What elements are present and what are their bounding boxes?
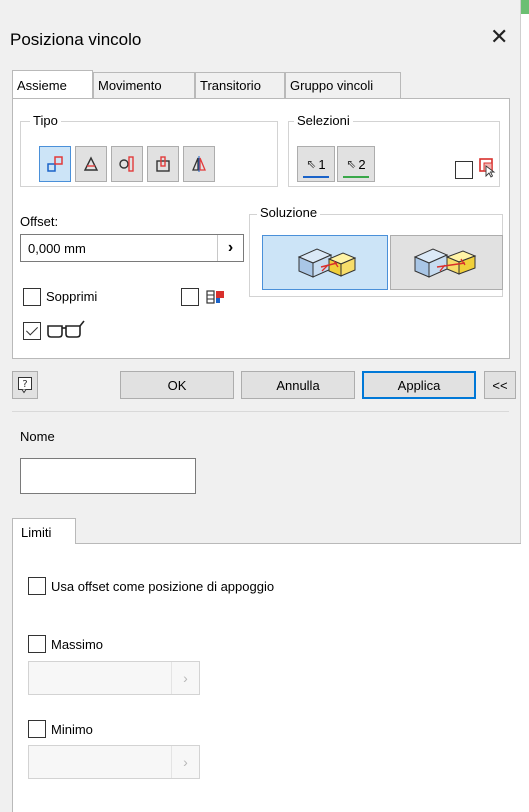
selection-1-button[interactable]: ⇖ 1 (297, 146, 335, 182)
ok-button[interactable]: OK (120, 371, 234, 399)
massimo-checkbox[interactable] (28, 635, 46, 653)
limiti-panel: Usa offset come posizione di appoggio Ma… (12, 543, 521, 812)
use-offset-label: Usa offset come posizione di appoggio (51, 579, 275, 594)
offset-arrow-button[interactable]: › (217, 235, 243, 261)
massimo-arrow-button: › (171, 662, 199, 694)
cursor-arrow-icon: ⇖ (306, 157, 317, 171)
mate-constraint-button[interactable] (39, 146, 71, 182)
angle-constraint-icon (83, 156, 99, 171)
tab-assieme[interactable]: Assieme (12, 70, 93, 98)
solution-mate-button[interactable] (262, 235, 388, 290)
predict-offset-icon (206, 290, 224, 304)
mate-constraint-icon (47, 156, 63, 172)
tangent-constraint-icon (119, 156, 134, 172)
chevron-right-icon: › (183, 670, 188, 686)
selection-2-button[interactable]: ⇖ 2 (337, 146, 375, 182)
tab-movimento[interactable]: Movimento (93, 72, 195, 98)
tipo-label: Tipo (30, 113, 61, 128)
sopprimi-checkbox[interactable] (23, 288, 41, 306)
chevron-right-icon: › (227, 239, 234, 256)
assieme-panel: Tipo Selezioni ⇖ 1 ⇖ 2 Offset: 0,000 mm … (12, 98, 510, 359)
mate-solution-icon (297, 247, 357, 278)
apply-button[interactable]: Applica (362, 371, 476, 399)
offset-label: Offset: (20, 214, 59, 229)
cursor-arrow-icon: ⇖ (346, 157, 357, 171)
first-occurrence-checkbox[interactable] (455, 161, 473, 179)
solution-flush-button[interactable] (390, 235, 503, 290)
massimo-label: Massimo (51, 637, 104, 652)
tab-limiti[interactable]: Limiti (12, 518, 76, 544)
close-icon[interactable]: ✕ (490, 26, 508, 50)
selezioni-label: Selezioni (294, 113, 353, 128)
massimo-input: › (28, 661, 200, 695)
symmetry-constraint-button[interactable] (183, 146, 215, 182)
minimo-label: Minimo (51, 722, 93, 737)
insert-constraint-button[interactable] (147, 146, 179, 182)
tab-transitorio[interactable]: Transitorio (195, 72, 285, 98)
offset-input[interactable]: 0,000 mm › (20, 234, 244, 262)
tab-gruppo-vincoli[interactable]: Gruppo vincoli (285, 72, 401, 98)
minimo-arrow-button: › (171, 746, 199, 778)
insert-constraint-icon (156, 156, 170, 172)
svg-text:?: ? (22, 379, 27, 390)
help-icon: ? (18, 377, 32, 394)
dialog-title: Posiziona vincolo (10, 30, 142, 49)
nome-label: Nome (20, 429, 55, 444)
minimo-input: › (28, 745, 200, 779)
selection-2-label: 2 (358, 156, 366, 172)
offset-value: 0,000 mm (28, 241, 86, 256)
help-button[interactable]: ? (12, 371, 38, 399)
chevron-right-icon: › (183, 754, 188, 770)
use-offset-checkbox[interactable] (28, 577, 46, 595)
selection-2-underline (343, 176, 369, 178)
cancel-button[interactable]: Annulla (241, 371, 355, 399)
nome-input[interactable] (20, 458, 196, 494)
selection-1-underline (303, 176, 329, 178)
soluzione-label: Soluzione (257, 205, 321, 220)
angle-constraint-button[interactable] (75, 146, 107, 182)
predict-offset-checkbox[interactable] (181, 288, 199, 306)
flush-solution-icon (413, 247, 476, 278)
collapse-button[interactable]: << (484, 371, 516, 399)
minimo-checkbox[interactable] (28, 720, 46, 738)
part-select-icon (479, 158, 496, 178)
selection-1-label: 1 (318, 156, 326, 172)
preview-checkbox[interactable] (23, 322, 41, 340)
sopprimi-label: Sopprimi (46, 289, 98, 304)
symmetry-constraint-icon (192, 156, 206, 172)
tangent-constraint-button[interactable] (111, 146, 143, 182)
constraint-dialog: Posiziona vincolo ✕ Assieme Movimento Tr… (0, 0, 521, 812)
glasses-icon (47, 320, 85, 338)
separator (12, 411, 509, 412)
